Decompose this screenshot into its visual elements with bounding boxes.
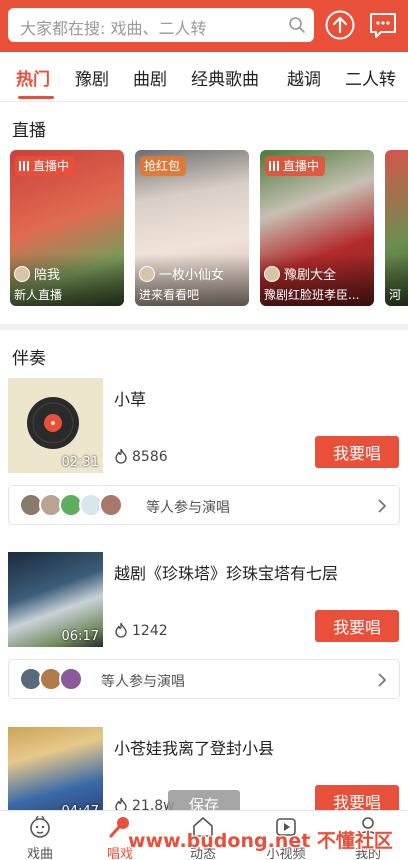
sing-button[interactable]: 我要唱: [315, 436, 399, 468]
tab-hot[interactable]: 热门: [16, 65, 50, 90]
live-bars-icon: [269, 161, 279, 171]
song-thumbnail[interactable]: 02:31: [8, 378, 103, 473]
participants-text: 等人参与演唱: [146, 500, 230, 516]
accompaniment-section: 伴奏 02:31 小草 8586 我要唱 等人参与演唱 06:17 越剧《珍珠塔…: [0, 330, 408, 822]
active-tab-indicator: [18, 96, 54, 99]
anchor-name: 一枚小仙女: [139, 264, 224, 283]
live-card[interactable]: 河: [385, 150, 408, 306]
tabbar-label: 戏曲: [26, 847, 53, 860]
play-count: 8586: [114, 448, 168, 465]
avatar: [264, 266, 280, 282]
live-subtitle: 新人直播: [14, 288, 63, 302]
anchor-name: 陪我: [14, 264, 60, 283]
sing-button[interactable]: 我要唱: [315, 610, 399, 642]
song-title[interactable]: 小草: [114, 386, 146, 410]
participants-row[interactable]: 等人参与演唱: [8, 485, 400, 525]
tab-errenzhuan[interactable]: 二人转: [345, 65, 396, 90]
search-icon[interactable]: [288, 16, 306, 34]
tab-classic-songs[interactable]: 经典歌曲: [191, 65, 259, 90]
opera-face-icon: [30, 815, 50, 838]
chevron-right-icon: [378, 499, 387, 513]
tab-quju[interactable]: 曲剧: [133, 65, 167, 90]
live-section: 直播 直播中 陪我 新人直播 抢红包 一枚小仙女 进来看看吧 直播中 豫剧大全 …: [0, 102, 408, 324]
category-tabs: 热门 豫剧 曲剧 经典歌曲 越调 二人转: [0, 52, 408, 102]
song-item[interactable]: 06:17 越剧《珍珠塔》珍珠宝塔有七层 1242 我要唱: [0, 552, 408, 647]
live-subtitle: 豫剧红脸班孝臣...: [264, 288, 360, 302]
song-title[interactable]: 小苍娃我离了登封小县: [114, 735, 274, 759]
red-packet-badge: 抢红包: [140, 156, 187, 176]
message-icon[interactable]: [367, 9, 399, 41]
search-placeholder: 大家都在搜: 戏曲、二人转: [20, 19, 207, 38]
live-badge: 直播中: [265, 156, 326, 176]
live-subtitle: 河: [389, 288, 402, 302]
live-card[interactable]: 抢红包 一枚小仙女 进来看看吧: [135, 150, 249, 306]
song-thumbnail[interactable]: 06:17: [8, 552, 103, 647]
song-item[interactable]: 02:31 小草 8586 我要唱: [0, 378, 408, 473]
participants-text: 等人参与演唱: [101, 674, 185, 690]
avatar: [99, 493, 123, 517]
live-badge: 直播中: [15, 156, 76, 176]
anchor-name: 豫剧大全: [264, 264, 336, 283]
live-bars-icon: [19, 161, 29, 171]
tab-yuju[interactable]: 豫剧: [75, 65, 109, 90]
play-count: 1242: [114, 622, 168, 639]
top-header: 大家都在搜: 戏曲、二人转: [0, 0, 408, 52]
chevron-right-icon: [378, 673, 387, 687]
tab-yuediao[interactable]: 越调: [287, 65, 321, 90]
song-duration: 06:17: [61, 629, 99, 644]
song-duration: 02:31: [61, 455, 99, 470]
live-card[interactable]: 直播中 陪我 新人直播: [10, 150, 124, 306]
live-subtitle: 进来看看吧: [139, 288, 200, 302]
participant-avatars: [19, 667, 83, 691]
accompaniment-section-title: 伴奏: [12, 349, 46, 369]
site-watermark: www.budong.net 不懂社区: [128, 830, 393, 852]
song-title[interactable]: 越剧《珍珠塔》珍珠宝塔有七层: [114, 560, 338, 584]
avatar: [14, 266, 30, 282]
participants-row[interactable]: 等人参与演唱: [8, 659, 400, 699]
avatar: [139, 266, 155, 282]
participant-avatars: [19, 493, 123, 517]
song-thumbnail[interactable]: 04:47: [8, 727, 103, 822]
avatar: [59, 667, 83, 691]
live-section-title: 直播: [12, 121, 46, 141]
search-input[interactable]: 大家都在搜: 戏曲、二人转: [8, 8, 314, 42]
upload-icon[interactable]: [324, 9, 356, 41]
tabbar-item-opera[interactable]: 戏曲: [0, 811, 80, 860]
fire-icon: [115, 622, 127, 638]
fire-icon: [115, 448, 127, 464]
live-card[interactable]: 直播中 豫剧大全 豫剧红脸班孝臣...: [260, 150, 374, 306]
